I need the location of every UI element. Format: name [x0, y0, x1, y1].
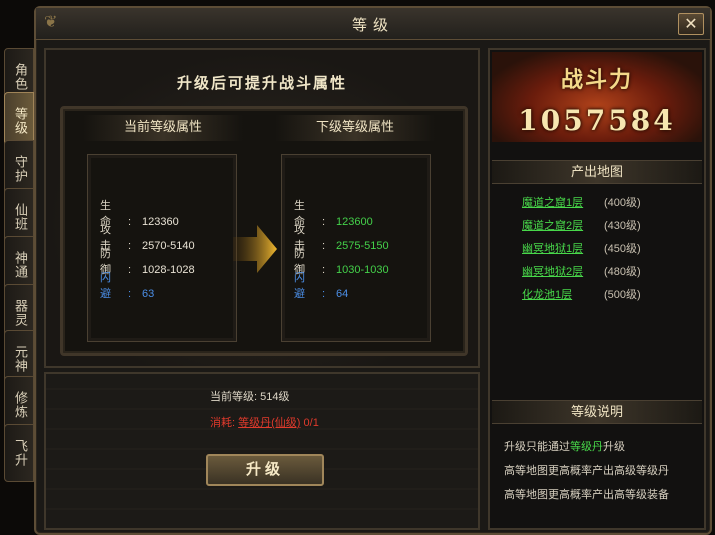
- upgrade-cost: 消耗: 等级丹(仙级) 0/1: [210, 417, 319, 429]
- map-item: 幽冥地狱1层 (450级): [522, 240, 641, 256]
- desc-line: 高等地图更高概率产出高级等级丹: [504, 465, 669, 477]
- maps-header: 产出地图: [492, 160, 702, 184]
- combat-power-value: 1057584: [518, 104, 676, 137]
- map-item: 幽冥地狱2层 (480级): [522, 263, 641, 279]
- current-header: 当前等级属性: [83, 115, 243, 141]
- info-panel: 战斗力 1057584 产出地图 魔道之窟1层 (400级) 魔道之窟2层 (430…: [488, 48, 706, 530]
- map-link[interactable]: 魔道之窟1层: [522, 194, 604, 210]
- map-item: 化龙池1层 (500级): [522, 286, 641, 302]
- next-header: 下级等级属性: [275, 115, 435, 141]
- level-window: ❦ 等级 ✕ 升级后可提升战斗属性 当前等级属性 下级等级属性 生命:12336…: [34, 6, 712, 535]
- tab-ascend[interactable]: 飞升: [4, 424, 34, 482]
- panel-heading: 升级后可提升战斗属性: [176, 74, 347, 92]
- right-arrow-icon: [233, 225, 277, 273]
- desc-header: 等级说明: [492, 400, 702, 424]
- desc-line: 高等地图更高概率产出高等级装备: [504, 489, 669, 501]
- title-bar[interactable]: ❦ 等级 ✕: [36, 8, 710, 40]
- close-icon: ✕: [684, 14, 698, 33]
- map-link[interactable]: 幽冥地狱1层: [522, 240, 604, 256]
- combat-power-title: 战斗力: [560, 67, 633, 93]
- map-item: 魔道之窟1层 (400级): [522, 194, 641, 210]
- stat-dodge: 闪避:63: [100, 272, 155, 300]
- attribute-panel: 升级后可提升战斗属性 当前等级属性 下级等级属性 生命:123360 攻击:25…: [44, 48, 480, 368]
- upgrade-panel: 当前等级: 514级 消耗: 等级丹(仙级) 0/1 升级: [44, 372, 480, 530]
- cost-item-link[interactable]: 等级丹(仙级): [238, 417, 300, 429]
- stat-dodge: 闪避:64: [294, 272, 349, 300]
- combat-power: 战斗力 1057584: [492, 52, 702, 142]
- desc-line: 升级只能通过等级丹升级: [504, 441, 625, 453]
- map-item: 魔道之窟2层 (430级): [522, 217, 641, 233]
- attribute-frame: 当前等级属性 下级等级属性 生命:123360 攻击:2570-5140 防御:…: [60, 106, 468, 356]
- map-link[interactable]: 幽冥地狱2层: [522, 263, 604, 279]
- current-stats: 生命:123360 攻击:2570-5140 防御:1028-1028 闪避:6…: [87, 154, 237, 342]
- upgrade-button[interactable]: 升级: [206, 454, 324, 486]
- next-stats: 生命:123600 攻击:2575-5150 防御:1030-1030 闪避:6…: [281, 154, 431, 342]
- map-link[interactable]: 魔道之窟2层: [522, 217, 604, 233]
- current-level: 当前等级: 514级: [210, 391, 290, 403]
- window-title: 等级: [351, 16, 394, 34]
- map-link[interactable]: 化龙池1层: [522, 286, 604, 302]
- close-button[interactable]: ✕: [678, 13, 704, 35]
